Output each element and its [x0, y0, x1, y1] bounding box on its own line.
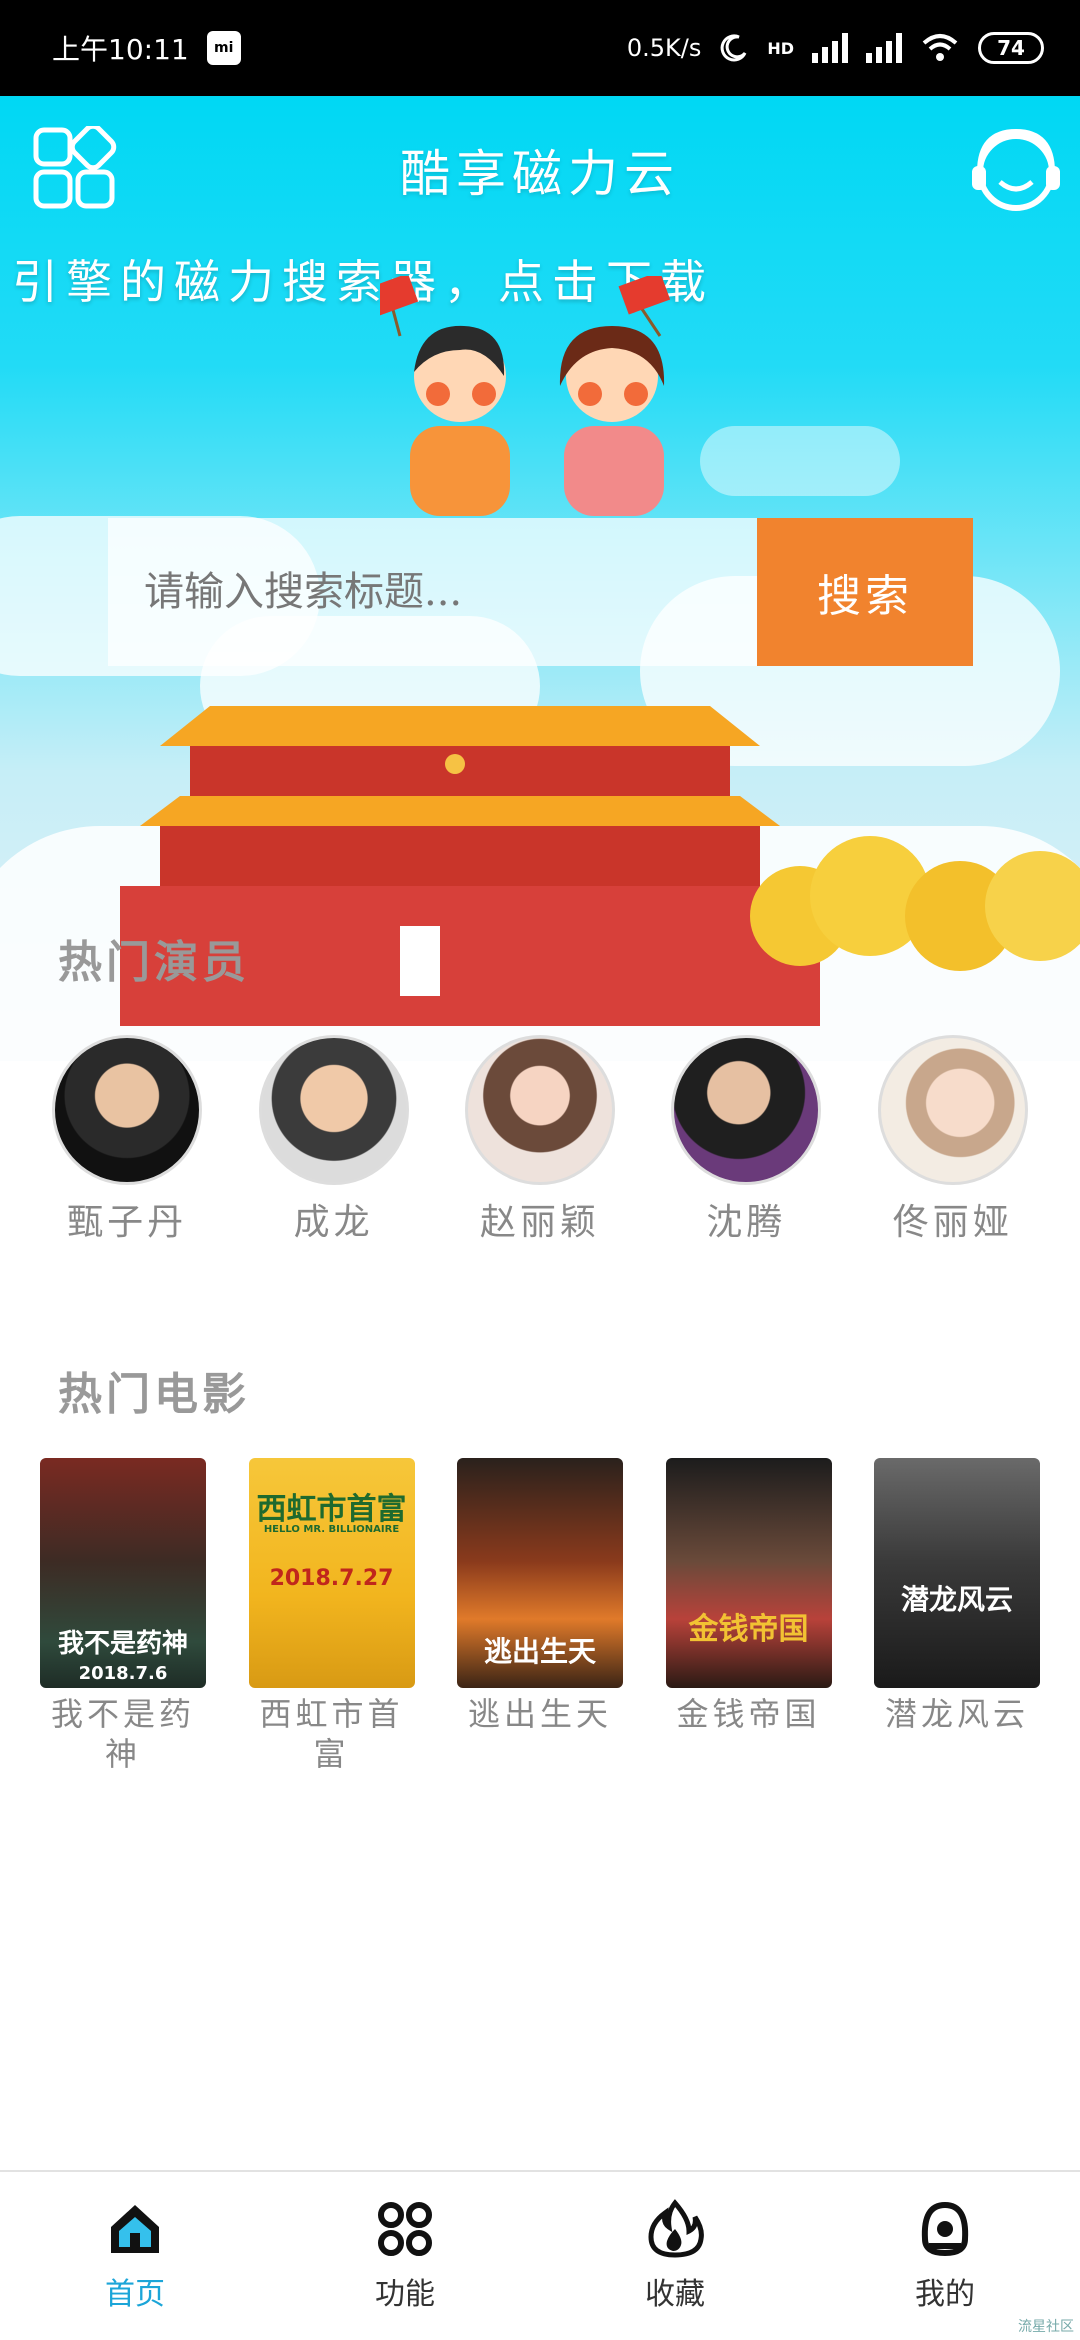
poster-caption: 逃出生天 — [483, 1635, 596, 1668]
actor-item[interactable]: 佟丽娅 — [868, 1035, 1038, 1245]
movie-title: 西虹市首富 — [259, 1695, 404, 1773]
hero-banner: 酷享磁力云 引擎的磁力搜索器，点击下载 搜索 — [0, 96, 1080, 1061]
nav-functions-label: 功能 — [375, 2277, 435, 2312]
actor-avatar — [671, 1035, 822, 1185]
movie-item[interactable]: 金钱帝国 金钱帝国 — [665, 1458, 832, 1774]
search-button[interactable]: 搜索 — [757, 518, 973, 666]
wifi-icon — [922, 34, 958, 61]
actor-name: 成龙 — [293, 1202, 374, 1243]
actor-name: 赵丽颖 — [479, 1202, 600, 1243]
nav-profile[interactable]: 我的 — [810, 2172, 1080, 2340]
nav-home-label: 首页 — [105, 2277, 165, 2312]
actors-list: 甄子丹 成龙 赵丽颖 沈腾 佟丽娅 — [0, 1035, 1080, 1245]
movie-item[interactable]: 潜龙风云 潜龙风云 — [874, 1458, 1040, 1774]
actor-item[interactable]: 甄子丹 — [42, 1035, 212, 1245]
mi-app-icon: mi — [206, 31, 241, 65]
signal-icon-2 — [866, 33, 902, 63]
actor-item[interactable]: 沈腾 — [661, 1035, 831, 1245]
battery-icon: 74 — [978, 32, 1044, 64]
actor-avatar — [52, 1035, 203, 1185]
movie-title: 金钱帝国 — [676, 1695, 821, 1733]
customer-service-icon[interactable] — [966, 122, 1066, 222]
actor-name: 甄子丹 — [67, 1202, 188, 1243]
poster-date: 2018.7.6 — [78, 1663, 168, 1684]
movie-poster: 金钱帝国 — [665, 1458, 832, 1688]
signal-icon — [812, 33, 848, 63]
status-bar: 上午10:11 mi 0.5K/s HD 74 — [0, 0, 1080, 96]
search-input[interactable] — [108, 518, 757, 666]
poster-caption: 西虹市首富 — [256, 1492, 407, 1527]
app-title: 酷享磁力云 — [400, 145, 680, 203]
actor-avatar — [464, 1035, 615, 1185]
net-speed: 0.5K/s — [626, 34, 702, 62]
movie-poster: 逃出生天 — [457, 1458, 623, 1688]
moon-icon — [721, 34, 747, 62]
actor-avatar — [258, 1035, 409, 1185]
network-type: HD — [767, 38, 794, 58]
movies-list: 我不是药神 2018.7.6 我不是药神 西虹市首富 HELLO MR. BIL… — [40, 1458, 1040, 1774]
movie-item[interactable]: 我不是药神 2018.7.6 我不是药神 — [40, 1458, 206, 1774]
poster-caption: 潜龙风云 — [900, 1583, 1013, 1616]
status-time: 上午10:11 — [52, 33, 189, 66]
movie-title: 潜龙风云 — [884, 1695, 1029, 1733]
movie-title: 我不是药神 — [50, 1695, 195, 1773]
home-icon — [111, 2205, 159, 2253]
actor-item[interactable]: 成龙 — [249, 1035, 419, 1245]
flame-icon — [648, 2199, 704, 2258]
nav-favorites-label: 收藏 — [645, 2277, 705, 2312]
actor-item[interactable]: 赵丽颖 — [455, 1035, 625, 1245]
poster-caption: 我不是药神 — [57, 1629, 188, 1659]
movie-poster: 西虹市首富 HELLO MR. BILLIONAIRE 2018.7.27 — [248, 1458, 415, 1688]
nav-home[interactable]: 首页 — [0, 2172, 270, 2340]
nav-profile-label: 我的 — [915, 2277, 975, 2312]
kids-illustration — [380, 276, 671, 516]
movie-poster: 潜龙风云 — [874, 1458, 1040, 1688]
movie-title: 逃出生天 — [467, 1695, 612, 1733]
actor-name: 沈腾 — [706, 1202, 787, 1243]
hot-actors-title: 热门演员 — [58, 937, 250, 988]
watermark: 流星社区 — [1018, 2319, 1074, 2335]
actor-name: 佟丽娅 — [892, 1202, 1013, 1243]
nav-functions[interactable]: 功能 — [270, 2172, 540, 2340]
grid-icon — [378, 2202, 432, 2256]
profile-icon — [921, 2201, 969, 2257]
trees-illustration — [750, 836, 1080, 971]
actor-avatar — [877, 1035, 1028, 1185]
movie-poster: 我不是药神 2018.7.6 — [40, 1458, 206, 1688]
bottom-nav: 首页 功能 收藏 我的 流星社区 — [0, 2170, 1080, 2340]
hot-movies-title: 热门电影 — [58, 1369, 250, 1420]
movie-item[interactable]: 逃出生天 逃出生天 — [457, 1458, 623, 1774]
poster-subtitle: HELLO MR. BILLIONAIRE — [263, 1524, 400, 1535]
search-bar: 搜索 — [108, 518, 973, 666]
poster-date: 2018.7.27 — [269, 1566, 394, 1591]
poster-caption: 金钱帝国 — [688, 1612, 809, 1647]
movie-item[interactable]: 西虹市首富 HELLO MR. BILLIONAIRE 2018.7.27 西虹… — [248, 1458, 415, 1774]
nav-favorites[interactable]: 收藏 — [540, 2172, 810, 2340]
